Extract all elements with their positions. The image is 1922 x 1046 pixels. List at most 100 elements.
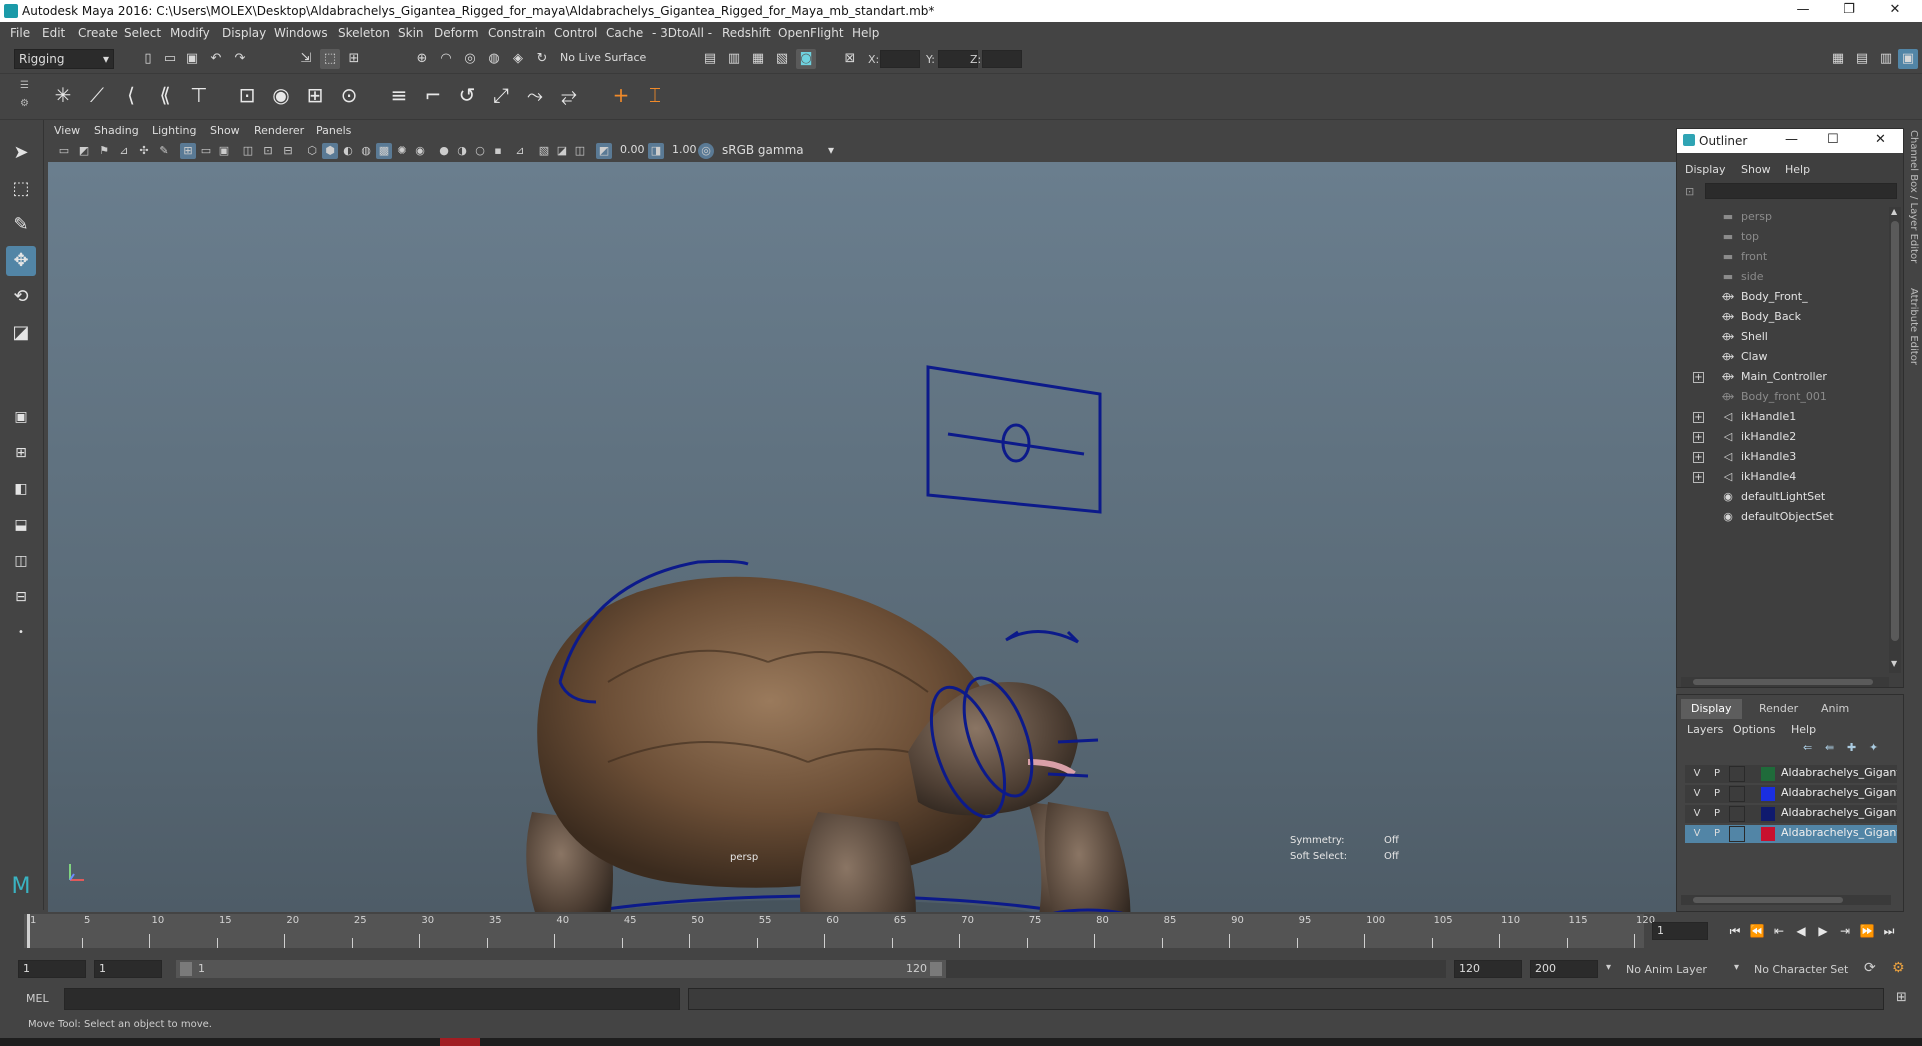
layers-menu-help[interactable]: Help xyxy=(1791,723,1816,736)
menu-create[interactable]: Create xyxy=(78,26,118,40)
xray-joints-icon[interactable]: ◪ xyxy=(554,143,570,159)
channel-box-toggle-icon[interactable]: ▤ xyxy=(1852,49,1872,69)
layers-menu-layers[interactable]: Layers xyxy=(1687,723,1723,736)
menu-skeleton[interactable]: Skeleton xyxy=(338,26,390,40)
four-view-layout-icon[interactable]: ⊞ xyxy=(6,438,36,468)
menu-windows[interactable]: Windows xyxy=(274,26,328,40)
snap-surface-icon[interactable]: ◈ xyxy=(508,49,528,69)
more-layouts-icon[interactable]: • xyxy=(6,618,36,648)
filter-icon[interactable]: ⊡ xyxy=(1685,185,1694,198)
layer-display-type-toggle[interactable] xyxy=(1729,826,1745,842)
menu-edit[interactable]: Edit xyxy=(42,26,65,40)
layer-color-swatch[interactable] xyxy=(1761,827,1775,841)
character-set-dropdown[interactable]: No Character Set xyxy=(1754,963,1848,976)
outliner-item[interactable]: + ◁ ikHandle2 xyxy=(1677,427,1887,447)
live-surface-field[interactable]: No Live Surface xyxy=(556,50,656,68)
save-scene-icon[interactable]: ▣ xyxy=(182,49,202,69)
xray-components-icon[interactable]: ◫ xyxy=(572,143,588,159)
textured-icon[interactable]: ▩ xyxy=(376,143,392,159)
outliner-item[interactable]: ⟴ Body_Front_ xyxy=(1677,287,1887,307)
render-frame-icon[interactable]: ▤ xyxy=(700,49,720,69)
use-all-lights-icon[interactable]: ✺ xyxy=(394,143,410,159)
playback-start-field[interactable]: 1 xyxy=(94,960,162,978)
head-look-controller[interactable] xyxy=(926,365,1102,514)
step-forward-key-icon[interactable]: ⇥ xyxy=(1836,922,1854,940)
outliner-item[interactable]: + ◁ ikHandle1 xyxy=(1677,407,1887,427)
2d-pan-zoom-icon[interactable]: ✣ xyxy=(136,143,152,159)
anim-layer-dropdown[interactable]: No Anim Layer xyxy=(1626,963,1707,976)
layer-visibility-toggle[interactable]: V xyxy=(1689,786,1705,802)
ipr-render-icon[interactable]: ▥ xyxy=(724,49,744,69)
wireframe-icon[interactable]: ⬡ xyxy=(304,143,320,159)
attribute-editor-toggle-icon[interactable]: ▥ xyxy=(1876,49,1896,69)
pole-vector-constraint-icon[interactable]: ⥂ xyxy=(554,80,584,110)
isolate-select-icon[interactable]: ⊿ xyxy=(512,143,528,159)
expand-icon[interactable]: + xyxy=(1693,412,1704,423)
layer-color-swatch[interactable] xyxy=(1761,787,1775,801)
outliner-menu-display[interactable]: Display xyxy=(1685,163,1726,176)
camera-attributes-icon[interactable]: ◩ xyxy=(76,143,92,159)
lattice-icon[interactable]: ⊞ xyxy=(300,80,330,110)
layer-display-type-toggle[interactable] xyxy=(1729,806,1745,822)
snap-grid-icon[interactable]: ⊕ xyxy=(412,49,432,69)
command-input[interactable] xyxy=(64,988,680,1010)
outliner-item[interactable]: ⟴ Body_front_001 xyxy=(1677,387,1887,407)
layer-tab-render[interactable]: Render xyxy=(1749,699,1808,719)
grid-toggle-icon[interactable]: ⊞ xyxy=(180,143,196,159)
layers-menu-options[interactable]: Options xyxy=(1733,723,1775,736)
scale-tool-icon[interactable]: ◪ xyxy=(6,318,36,348)
snap-view-icon[interactable]: ◍ xyxy=(484,49,504,69)
menu-help[interactable]: Help xyxy=(852,26,879,40)
minimize-button[interactable]: — xyxy=(1780,0,1826,22)
layer-display-type-toggle[interactable] xyxy=(1729,786,1745,802)
menu-openflight[interactable]: OpenFlight xyxy=(778,26,844,40)
go-to-start-icon[interactable]: ⏮ xyxy=(1726,922,1744,940)
range-bar[interactable]: 1 120 xyxy=(176,960,946,978)
film-gate-icon[interactable]: ▭ xyxy=(198,143,214,159)
gate-mask-icon[interactable]: ◫ xyxy=(240,143,256,159)
xray-icon[interactable]: ▧ xyxy=(536,143,552,159)
select-object-icon[interactable]: ⬚ xyxy=(320,49,340,69)
panel-menu-shading[interactable]: Shading xyxy=(94,124,139,137)
bind-skin-icon[interactable]: ⊡ xyxy=(232,80,262,110)
set-key-icon[interactable]: ⌶ xyxy=(640,80,670,110)
outliner-menu-show[interactable]: Show xyxy=(1741,163,1771,176)
snap-curve-icon[interactable]: ◠ xyxy=(436,49,456,69)
field-chart-icon[interactable]: ⊡ xyxy=(260,143,276,159)
insert-joint-icon[interactable]: ⟪ xyxy=(150,80,180,110)
channel-box-tab[interactable]: Channel Box / Layer Editor xyxy=(1908,130,1919,263)
current-frame-field[interactable]: 1 xyxy=(1652,922,1708,940)
anti-aliasing-icon[interactable]: ○ xyxy=(472,143,488,159)
panel-menu-show[interactable]: Show xyxy=(210,124,240,137)
outliner-item[interactable]: ▬ persp xyxy=(1677,207,1887,227)
hypershade-icon[interactable]: ▧ xyxy=(772,49,792,69)
color-management-icon[interactable]: ◎ xyxy=(698,143,714,159)
shelf-menu-icon[interactable]: ☰ xyxy=(20,80,29,91)
play-backwards-icon[interactable]: ◀ xyxy=(1792,922,1810,940)
aim-constraint-icon[interactable]: ⤳ xyxy=(520,80,550,110)
layer-playback-toggle[interactable]: P xyxy=(1709,806,1725,822)
outliner-item[interactable]: ⟴ Body_Back xyxy=(1677,307,1887,327)
layer-visibility-toggle[interactable]: V xyxy=(1689,766,1705,782)
script-language-toggle[interactable]: MEL xyxy=(26,992,49,1005)
rotate-tool-icon[interactable]: ⟲ xyxy=(6,282,36,312)
shadows-icon[interactable]: ◉ xyxy=(412,143,428,159)
move-layer-down-icon[interactable]: ⇚ xyxy=(1825,741,1834,754)
menu-set-dropdown[interactable]: Rigging ▾ xyxy=(14,49,114,69)
history-icon[interactable]: ↻ xyxy=(532,49,552,69)
step-back-key-icon[interactable]: ⇤ xyxy=(1770,922,1788,940)
menu-3dtoall[interactable]: - 3DtoAll - xyxy=(652,26,712,40)
panel-menu-view[interactable]: View xyxy=(54,124,80,137)
outliner-search-input[interactable] xyxy=(1705,183,1897,199)
time-ruler[interactable]: 1 5 10 15 20 25 30 35 40 45 50 55 60 65 70 75 80 85 90 95 10… xyxy=(24,914,1655,948)
menu-control[interactable]: Control xyxy=(554,26,597,40)
custom-layout-icon[interactable]: ⊟ xyxy=(6,582,36,612)
menu-cache[interactable]: Cache xyxy=(606,26,643,40)
expand-icon[interactable]: + xyxy=(1693,432,1704,443)
view-transform-dropdown[interactable]: sRGB gamma ▾ xyxy=(718,142,838,160)
select-hierarchy-icon[interactable]: ⇲ xyxy=(296,49,316,69)
outliner-horizontal-scrollbar[interactable] xyxy=(1681,677,1889,687)
outliner-item[interactable]: + ◁ ikHandle3 xyxy=(1677,447,1887,467)
new-layer-icon[interactable]: ✚ xyxy=(1847,741,1856,754)
outliner-item[interactable]: ◉ defaultObjectSet xyxy=(1677,507,1887,527)
